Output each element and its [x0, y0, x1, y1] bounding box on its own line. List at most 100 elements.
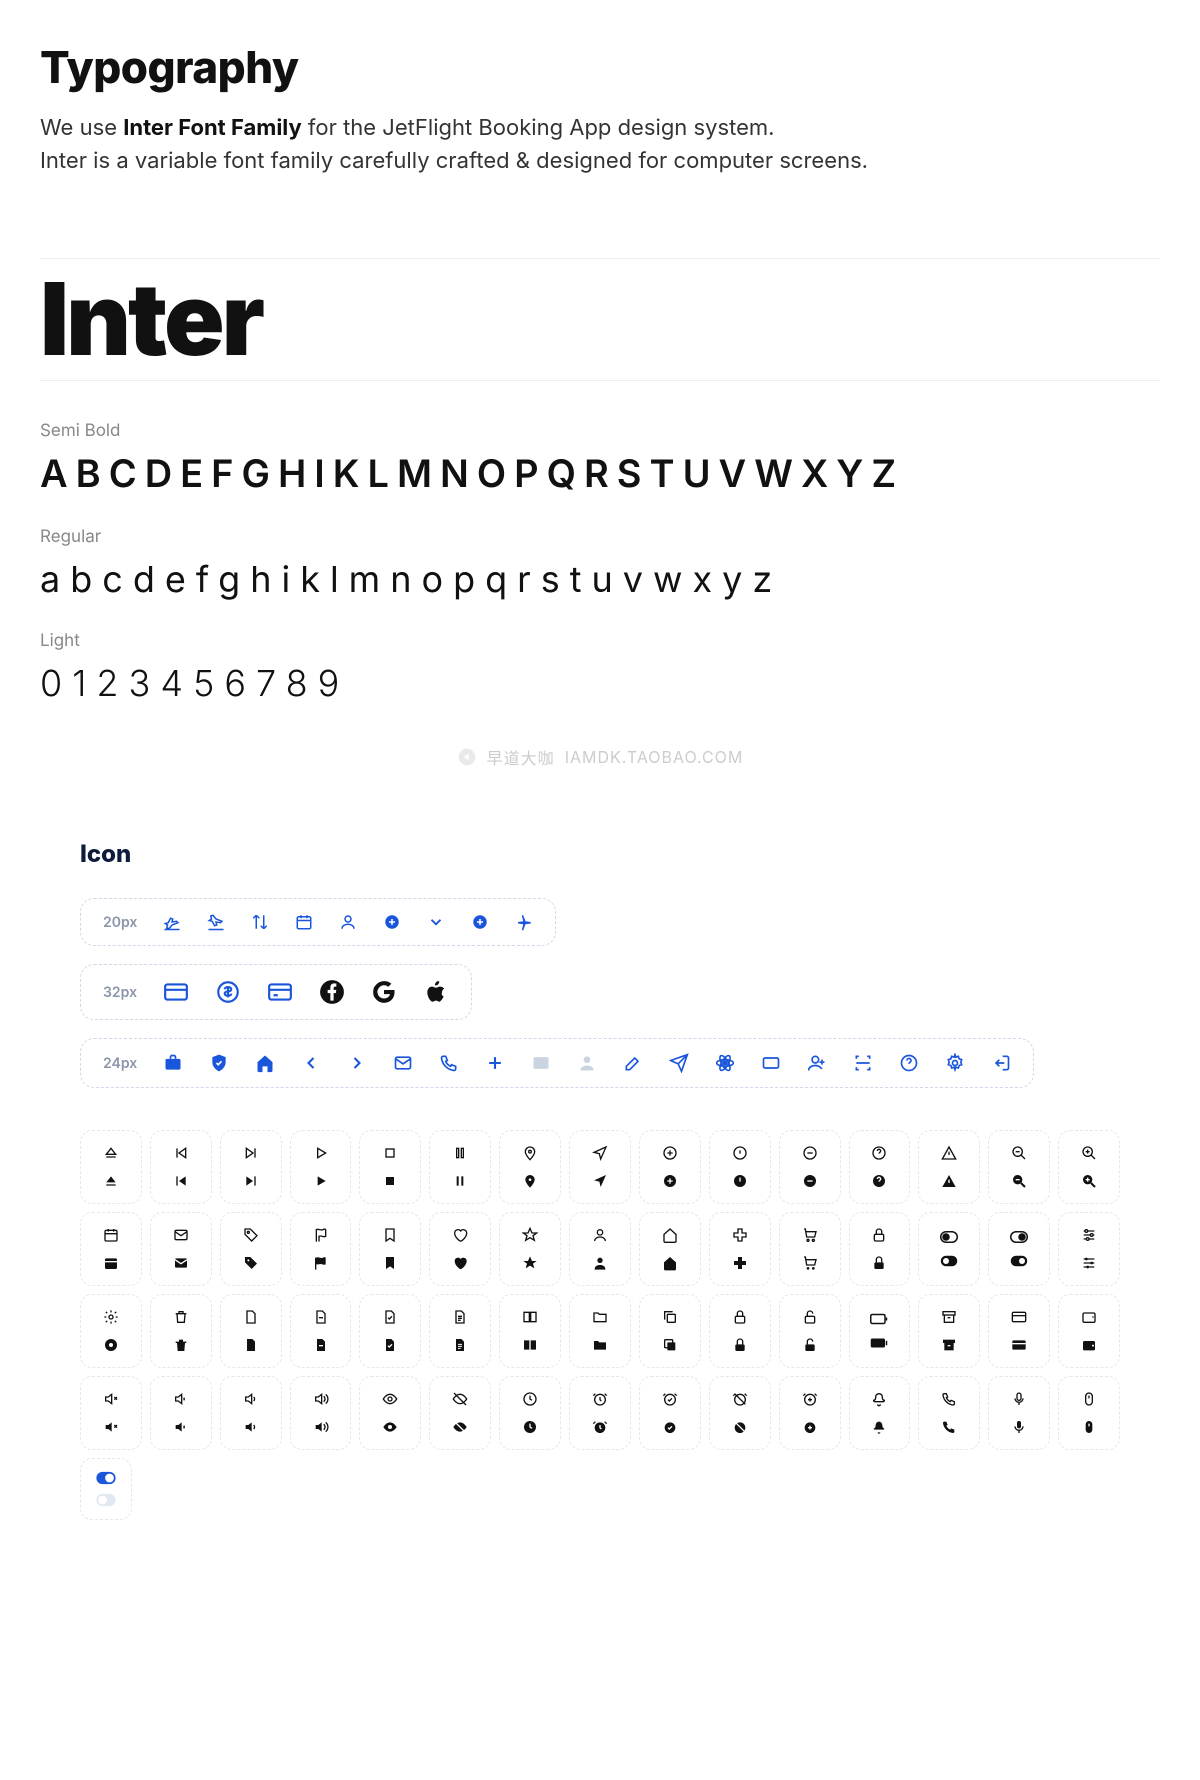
file-text-icon	[429, 1294, 491, 1368]
weight-semibold-label: Semi Bold	[40, 421, 1160, 441]
user-gray-icon	[577, 1053, 597, 1073]
star-icon	[499, 1212, 561, 1286]
dollar-circle-icon	[215, 979, 241, 1005]
weight-light-label: Light	[40, 631, 1160, 651]
scan-icon	[853, 1053, 873, 1073]
google-icon	[371, 979, 397, 1005]
facebook-icon	[319, 979, 345, 1005]
plane-takeoff-icon	[163, 913, 181, 931]
user-icon	[339, 913, 357, 931]
plus-circle-outline-icon	[639, 1130, 701, 1204]
toggle-on-icon	[988, 1212, 1050, 1286]
zoom-out-icon	[988, 1130, 1050, 1204]
stop-icon	[359, 1130, 421, 1204]
weight-regular-label: Regular	[40, 527, 1160, 547]
size-label-32: 32px	[103, 984, 137, 1001]
tag-icon	[220, 1212, 282, 1286]
heart-icon	[429, 1212, 491, 1286]
mouse-icon	[1058, 1376, 1120, 1450]
alert-circle-icon	[709, 1130, 771, 1204]
copy-icon	[639, 1294, 701, 1368]
skip-forward-icon	[220, 1130, 282, 1204]
wallet-icon	[1058, 1294, 1120, 1368]
calendar-outline-icon	[80, 1212, 142, 1286]
settings-icon	[945, 1053, 965, 1073]
icon-row-32px: 32px	[80, 964, 472, 1020]
help-circle-icon	[899, 1053, 919, 1073]
plane-icon	[515, 913, 533, 931]
subtitle-bold: Inter Font Family	[123, 115, 302, 141]
phone-icon	[439, 1053, 459, 1073]
alarm-plus-icon	[779, 1376, 841, 1450]
size-label-20: 20px	[103, 914, 137, 931]
flag-icon	[290, 1212, 352, 1286]
plus-circle-fill-icon	[471, 913, 489, 931]
clock-icon	[499, 1376, 561, 1450]
alert-triangle-icon	[918, 1130, 980, 1204]
plus-circle-icon	[383, 913, 401, 931]
file-minus-icon	[290, 1294, 352, 1368]
logout-icon	[991, 1053, 1011, 1073]
icon-row-20px: 20px	[80, 898, 556, 946]
subtitle-line2: Inter is a variable font family carefull…	[40, 148, 868, 174]
book-icon	[499, 1294, 561, 1368]
icon-grid	[80, 1130, 1120, 1450]
eye-off-icon	[429, 1376, 491, 1450]
edit-icon	[623, 1053, 643, 1073]
trash-icon	[150, 1294, 212, 1368]
chevron-down-icon	[427, 913, 445, 931]
navigation-icon	[569, 1130, 631, 1204]
icon-row-24px: 24px	[80, 1038, 1034, 1088]
question-circle-icon	[849, 1130, 911, 1204]
volume-mid-icon	[220, 1376, 282, 1450]
brand-font-wrap: Inter	[40, 258, 1160, 381]
file-icon	[220, 1294, 282, 1368]
user-plus-icon	[807, 1053, 827, 1073]
minus-circle-icon	[779, 1130, 841, 1204]
toggle-sample-icon	[80, 1458, 132, 1520]
subtitle-suffix: for the JetFlight Booking App design sys…	[302, 115, 775, 141]
credit-card-alt-icon	[267, 979, 293, 1005]
plane-landing-icon	[207, 913, 225, 931]
chevron-right-icon	[347, 1053, 367, 1073]
card-icon	[761, 1053, 781, 1073]
phone-grid-icon	[918, 1376, 980, 1450]
volume-high-icon	[290, 1376, 352, 1450]
file-check-icon	[359, 1294, 421, 1368]
volume-off-icon	[80, 1376, 142, 1450]
eject-icon	[80, 1130, 142, 1204]
calendar-icon	[295, 913, 313, 931]
digits-sample: 0123456789	[40, 661, 1160, 705]
mic-icon	[988, 1376, 1050, 1450]
home-outline-icon	[639, 1212, 701, 1286]
lock-open-icon	[779, 1294, 841, 1368]
folder-icon	[569, 1294, 631, 1368]
user-outline-icon	[569, 1212, 631, 1286]
shield-check-icon	[209, 1053, 229, 1073]
credit-card-grid-icon	[988, 1294, 1050, 1368]
watermark-text-cn: 早道大咖	[487, 745, 555, 769]
alarm-icon	[569, 1376, 631, 1450]
sliders-icon	[1058, 1212, 1120, 1286]
archive-icon	[918, 1294, 980, 1368]
volume-low-icon	[150, 1376, 212, 1450]
mail-icon	[393, 1053, 413, 1073]
bookmark-icon	[359, 1212, 421, 1286]
gear-icon	[80, 1294, 142, 1368]
page-title: Typography	[40, 40, 1160, 94]
plus-square-icon	[709, 1212, 771, 1286]
battery-icon	[849, 1294, 911, 1368]
size-label-24: 24px	[103, 1055, 137, 1072]
subtitle-prefix: We use	[40, 115, 123, 141]
eye-icon	[359, 1376, 421, 1450]
zoom-in-icon	[1058, 1130, 1120, 1204]
cart-icon	[779, 1212, 841, 1286]
subtitle: We use Inter Font Family for the JetFlig…	[40, 112, 1160, 178]
play-icon	[290, 1130, 352, 1204]
brand-font-name: Inter	[40, 259, 1160, 381]
id-card-icon	[531, 1053, 551, 1073]
alarm-off-icon	[709, 1376, 771, 1450]
toggle-off-icon	[918, 1212, 980, 1286]
chevron-left-icon	[301, 1053, 321, 1073]
watermark: 早道大咖 IAMDK.TAOBAO.COM	[40, 745, 1160, 769]
